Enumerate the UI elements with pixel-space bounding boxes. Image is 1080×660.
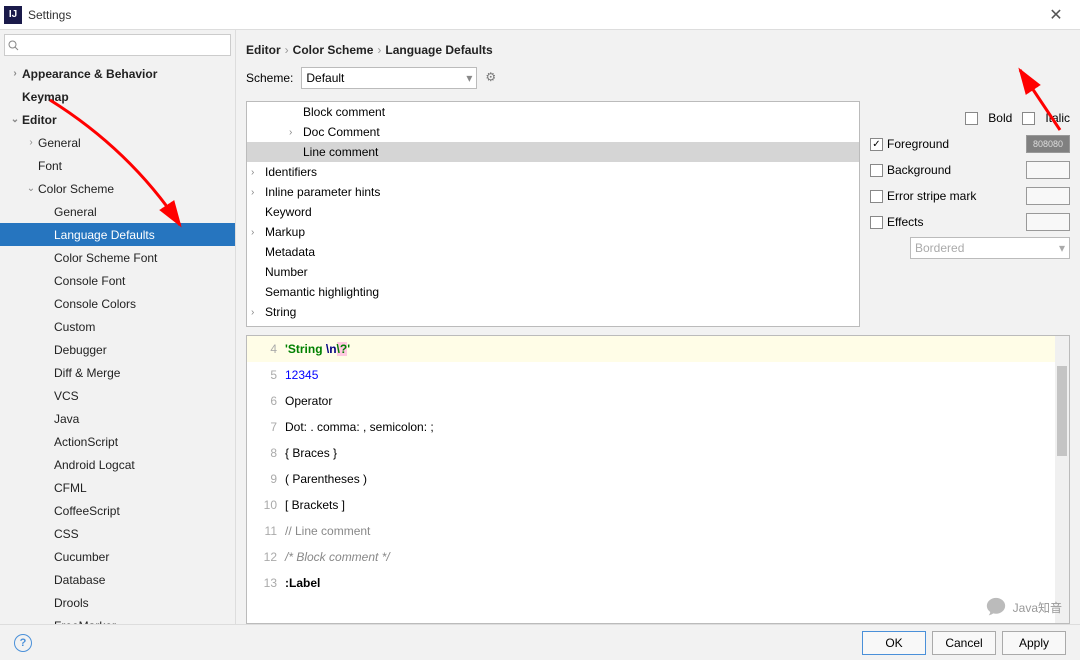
- preview-line: 13:Label: [247, 570, 1069, 596]
- close-button[interactable]: ✕: [1036, 5, 1076, 25]
- tree-item-cfml[interactable]: CFML: [0, 476, 235, 499]
- tree-item-cucumber[interactable]: Cucumber: [0, 545, 235, 568]
- preview-line: 4'String \n\?': [247, 336, 1069, 362]
- tree-item-general[interactable]: General: [0, 200, 235, 223]
- effects-type-select[interactable]: Bordered▾: [910, 237, 1070, 259]
- tree-item-drools[interactable]: Drools: [0, 591, 235, 614]
- tree-item-appearance-behavior[interactable]: ›Appearance & Behavior: [0, 62, 235, 85]
- app-icon: IJ: [4, 6, 22, 24]
- preview-editor[interactable]: ✔ 4'String \n\?'5123456Operator7Dot: . c…: [246, 335, 1070, 624]
- italic-checkbox[interactable]: [1022, 112, 1035, 125]
- element-inline-parameter-hints[interactable]: ›Inline parameter hints: [247, 182, 859, 202]
- search-input[interactable]: [4, 34, 231, 56]
- tree-item-database[interactable]: Database: [0, 568, 235, 591]
- tree-item-color-scheme[interactable]: ⌄Color Scheme: [0, 177, 235, 200]
- element-list[interactable]: Block comment›Doc CommentLine comment›Id…: [246, 101, 860, 327]
- errorstripe-checkbox[interactable]: [870, 190, 883, 203]
- gear-icon[interactable]: ⚙: [485, 70, 501, 86]
- element-keyword[interactable]: Keyword: [247, 202, 859, 222]
- foreground-swatch[interactable]: 808080: [1026, 135, 1070, 153]
- tree-item-actionscript[interactable]: ActionScript: [0, 430, 235, 453]
- preview-line: 512345: [247, 362, 1069, 388]
- tree-item-console-font[interactable]: Console Font: [0, 269, 235, 292]
- tree-item-editor[interactable]: ⌄Editor: [0, 108, 235, 131]
- tree-item-vcs[interactable]: VCS: [0, 384, 235, 407]
- properties-panel: Bold Italic ✓Foreground 808080 Backgroun…: [870, 101, 1070, 327]
- element-identifiers[interactable]: ›Identifiers: [247, 162, 859, 182]
- preview-line: 11// Line comment: [247, 518, 1069, 544]
- background-swatch[interactable]: [1026, 161, 1070, 179]
- settings-sidebar: ›Appearance & BehaviorKeymap⌄Editor›Gene…: [0, 30, 236, 624]
- cancel-button[interactable]: Cancel: [932, 631, 996, 655]
- preview-line: 8{ Braces }: [247, 440, 1069, 466]
- titlebar: IJ Settings ✕: [0, 0, 1080, 30]
- preview-line: 6Operator: [247, 388, 1069, 414]
- preview-line: 10[ Brackets ]: [247, 492, 1069, 518]
- tree-item-keymap[interactable]: Keymap: [0, 85, 235, 108]
- tree-item-color-scheme-font[interactable]: Color Scheme Font: [0, 246, 235, 269]
- element-semantic-highlighting[interactable]: Semantic highlighting: [247, 282, 859, 302]
- element-line-comment[interactable]: Line comment: [247, 142, 859, 162]
- element-string[interactable]: ›String: [247, 302, 859, 322]
- preview-scrollbar[interactable]: [1055, 336, 1069, 623]
- apply-button[interactable]: Apply: [1002, 631, 1066, 655]
- tree-item-font[interactable]: Font: [0, 154, 235, 177]
- ok-button[interactable]: OK: [862, 631, 926, 655]
- element-block-comment[interactable]: Block comment: [247, 102, 859, 122]
- errorstripe-swatch[interactable]: [1026, 187, 1070, 205]
- tree-item-android-logcat[interactable]: Android Logcat: [0, 453, 235, 476]
- footer: ? OK Cancel Apply: [0, 624, 1080, 660]
- element-number[interactable]: Number: [247, 262, 859, 282]
- breadcrumb: Editor›Color Scheme›Language Defaults: [246, 38, 1070, 67]
- element-metadata[interactable]: Metadata: [247, 242, 859, 262]
- tree-item-freemarker[interactable]: FreeMarker: [0, 614, 235, 624]
- background-checkbox[interactable]: [870, 164, 883, 177]
- element-template-language[interactable]: Template language: [247, 322, 859, 327]
- content-panel: Editor›Color Scheme›Language Defaults Sc…: [236, 30, 1080, 624]
- scheme-select[interactable]: Default▾: [301, 67, 477, 89]
- tree-item-css[interactable]: CSS: [0, 522, 235, 545]
- effects-swatch[interactable]: [1026, 213, 1070, 231]
- settings-tree[interactable]: ›Appearance & BehaviorKeymap⌄Editor›Gene…: [0, 60, 235, 624]
- effects-checkbox[interactable]: [870, 216, 883, 229]
- tree-item-java[interactable]: Java: [0, 407, 235, 430]
- preview-line: 9( Parentheses ): [247, 466, 1069, 492]
- tree-item-console-colors[interactable]: Console Colors: [0, 292, 235, 315]
- tree-item-language-defaults[interactable]: Language Defaults: [0, 223, 235, 246]
- tree-item-general[interactable]: ›General: [0, 131, 235, 154]
- scheme-label: Scheme:: [246, 71, 293, 85]
- tree-item-custom[interactable]: Custom: [0, 315, 235, 338]
- bold-checkbox[interactable]: [965, 112, 978, 125]
- foreground-checkbox[interactable]: ✓: [870, 138, 883, 151]
- preview-line: 12/* Block comment */: [247, 544, 1069, 570]
- element-doc-comment[interactable]: ›Doc Comment: [247, 122, 859, 142]
- tree-item-debugger[interactable]: Debugger: [0, 338, 235, 361]
- tree-item-coffeescript[interactable]: CoffeeScript: [0, 499, 235, 522]
- help-button[interactable]: ?: [14, 634, 32, 652]
- preview-line: 7Dot: . comma: , semicolon: ;: [247, 414, 1069, 440]
- tree-item-diff-merge[interactable]: Diff & Merge: [0, 361, 235, 384]
- window-title: Settings: [28, 8, 1036, 22]
- element-markup[interactable]: ›Markup: [247, 222, 859, 242]
